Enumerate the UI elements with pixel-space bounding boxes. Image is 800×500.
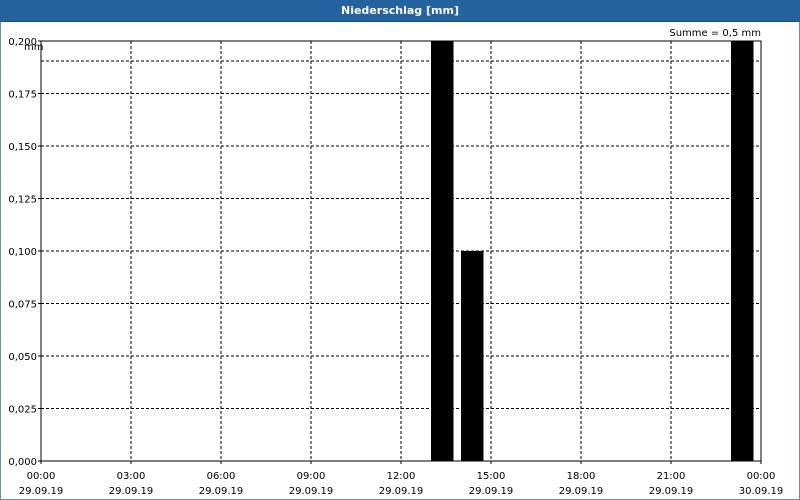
bar (461, 251, 484, 461)
x-tick-date: 29.09.19 (19, 486, 64, 497)
x-tick-time: 21:00 (657, 471, 686, 482)
sum-label: Summe = 0,5 mm (669, 28, 761, 39)
y-tick-labels: 0,000 0,025 0,050 0,075 0,100 0,125 0,150 0,175… (8, 37, 41, 468)
x-tick-time: 00:00 (747, 471, 776, 482)
bar (731, 41, 754, 461)
x-tick-time: 09:00 (297, 471, 326, 482)
y-tick-label: 0,150 (8, 142, 37, 153)
x-tick-date: 29.09.19 (379, 486, 424, 497)
y-tick-label: 0,050 (8, 352, 37, 363)
x-tick-date: 29.09.19 (289, 486, 334, 497)
y-tick-label: 0,075 (8, 300, 37, 311)
x-tick-time: 15:00 (477, 471, 506, 482)
x-tick-time: 12:00 (387, 471, 416, 482)
y-tick-label: 0,175 (8, 90, 37, 101)
x-tick-date: 29.09.19 (649, 486, 694, 497)
x-tick-date: 29.09.19 (469, 486, 514, 497)
grid-lines (41, 41, 761, 461)
x-tick-date: 29.09.19 (109, 486, 154, 497)
y-tick-label: 0,100 (8, 247, 37, 258)
x-tick-time: 03:00 (117, 471, 146, 482)
x-tick-time: 18:00 (567, 471, 596, 482)
y-tick-label: 0,200 (8, 37, 37, 48)
precipitation-chart: mm Summe = 0,5 mm 0,0000,0250,0500,0750,… (8, 28, 784, 497)
y-tick-label: 0,025 (8, 405, 37, 416)
bar (431, 41, 454, 461)
x-tick-date: 29.09.19 (559, 486, 604, 497)
x-tick-time: 06:00 (207, 471, 236, 482)
x-tick-time: 00:00 (27, 471, 56, 482)
x-tick-labels: 00:00 29.09.19 03:00 29.09.19 06:00 29.09.19 0… (19, 461, 784, 497)
y-tick-label: 0,125 (8, 195, 37, 206)
x-tick-date: 29.09.19 (199, 486, 244, 497)
y-tick-label: 0,000 (8, 457, 37, 468)
x-tick-date: 30.09.19 (739, 486, 784, 497)
